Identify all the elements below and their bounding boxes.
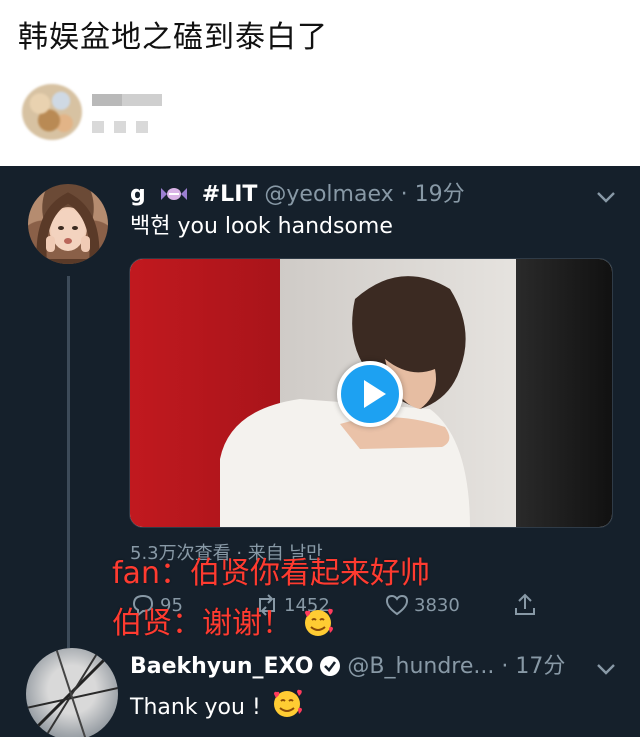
tweet2-avatar[interactable] — [26, 648, 118, 737]
author-meta-blurred — [92, 118, 182, 133]
like-button[interactable]: 3830 — [384, 590, 460, 620]
author-avatar[interactable] — [22, 84, 82, 140]
heart-icon — [385, 594, 409, 616]
smiling-face-with-hearts-icon — [302, 607, 334, 639]
tweet1-name[interactable]: g — [130, 182, 146, 207]
play-icon[interactable] — [337, 361, 403, 427]
tweet1-handle[interactable]: @yeolmaex · 19分 — [264, 182, 464, 207]
author-name-blurred — [92, 94, 162, 106]
tweet2-name[interactable]: Baekhyun_EXO — [130, 654, 313, 679]
tweet1-text: 백현 you look handsome — [130, 214, 393, 239]
candy-icon — [160, 183, 187, 203]
tweet2-text-content: Thank you ! — [130, 695, 261, 720]
like-count: 3830 — [414, 594, 460, 616]
caption-baekhyun: 伯贤：谢谢！ — [112, 604, 334, 644]
tweet2-text: Thank you ! — [130, 688, 303, 723]
smiling-face-with-hearts-icon — [271, 688, 303, 720]
share-icon — [515, 593, 535, 615]
verified-badge-icon — [319, 655, 341, 677]
caption-baekhyun-text: 伯贤：谢谢！ — [112, 606, 292, 641]
post-author[interactable] — [22, 84, 222, 140]
tweet2-handle[interactable]: @B_hundre... · 17分 — [347, 654, 565, 679]
tweet2-header: Baekhyun_EXO @B_hundre... · 17分 — [130, 652, 565, 682]
tweet1-avatar[interactable] — [28, 184, 108, 264]
tweet1-video[interactable] — [129, 258, 613, 528]
tweet1-name-tag[interactable]: #LIT — [202, 182, 258, 207]
tweet1-header: g #LIT @yeolmaex · 19分 — [130, 180, 465, 210]
caption-fan: fan：伯贤你看起来好帅 — [112, 556, 430, 591]
share-button[interactable] — [512, 590, 538, 620]
chevron-down-icon[interactable] — [596, 190, 616, 204]
post-title: 韩娱盆地之磕到泰白了 — [18, 20, 328, 55]
chevron-down-icon[interactable] — [596, 662, 616, 676]
thread-connector — [67, 276, 70, 648]
tweet-screenshot: g #LIT @yeolmaex · 19分 백현 you look hands… — [0, 166, 640, 737]
